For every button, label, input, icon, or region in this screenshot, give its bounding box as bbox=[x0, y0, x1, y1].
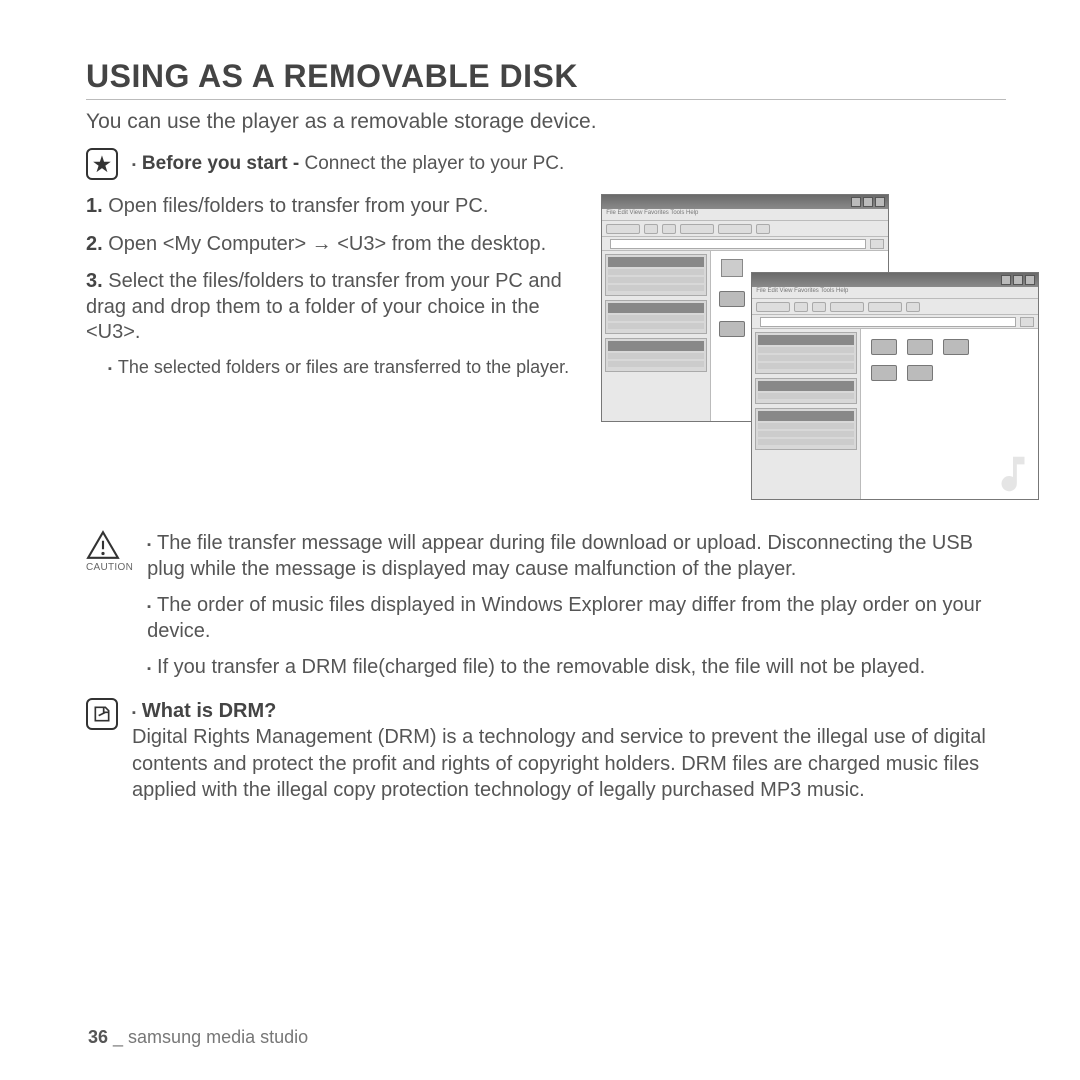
step-1: Open files/folders to transfer from your… bbox=[108, 195, 488, 217]
note-icon bbox=[86, 698, 118, 730]
caution-bullet-1: The file transfer message will appear du… bbox=[147, 532, 973, 580]
step-3: Select the files/folders to transfer fro… bbox=[86, 270, 562, 343]
explorer-window-2: File Edit View Favorites Tools Help bbox=[751, 272, 1039, 500]
menubar: File Edit View Favorites Tools Help bbox=[752, 287, 1038, 299]
caution-icon bbox=[86, 530, 120, 560]
page-title: USING AS A REMOVABLE DISK bbox=[86, 58, 1006, 100]
footer-section: samsung media studio bbox=[128, 1027, 308, 1047]
intro-text: You can use the player as a removable st… bbox=[86, 110, 1006, 134]
before-text: Connect the player to your PC. bbox=[299, 153, 564, 174]
note-lead: What is DRM? bbox=[142, 700, 276, 722]
caution-label: CAUTION bbox=[86, 562, 133, 573]
star-icon: ★ bbox=[86, 148, 118, 180]
before-you-start: ★ ▪ Before you start - Connect the player… bbox=[86, 148, 1006, 180]
before-label: Before you start - bbox=[142, 153, 299, 174]
music-note-icon bbox=[990, 451, 1036, 497]
illustration: File Edit View Favorites Tools Help ↘ bbox=[601, 194, 1006, 494]
steps-list: 1. Open files/folders to transfer from y… bbox=[86, 194, 583, 494]
step-sub: The selected folders or files are transf… bbox=[118, 357, 569, 377]
caution-block: CAUTION ▪The file transfer message will … bbox=[86, 530, 1006, 690]
caution-bullet-2: The order of music files displayed in Wi… bbox=[147, 594, 981, 642]
page-number: 36 bbox=[88, 1027, 108, 1047]
step-2: Open <My Computer> → <U3> from the deskt… bbox=[108, 233, 546, 255]
note-block: ▪What is DRM? Digital Rights Management … bbox=[86, 698, 1006, 804]
menubar: File Edit View Favorites Tools Help bbox=[602, 209, 888, 221]
caution-bullet-3: If you transfer a DRM file(charged file)… bbox=[157, 656, 925, 678]
note-body-text: Digital Rights Management (DRM) is a tec… bbox=[132, 726, 986, 801]
page-footer: 36 _ samsung media studio bbox=[88, 1027, 308, 1048]
bullet-icon: ▪ bbox=[132, 159, 136, 171]
